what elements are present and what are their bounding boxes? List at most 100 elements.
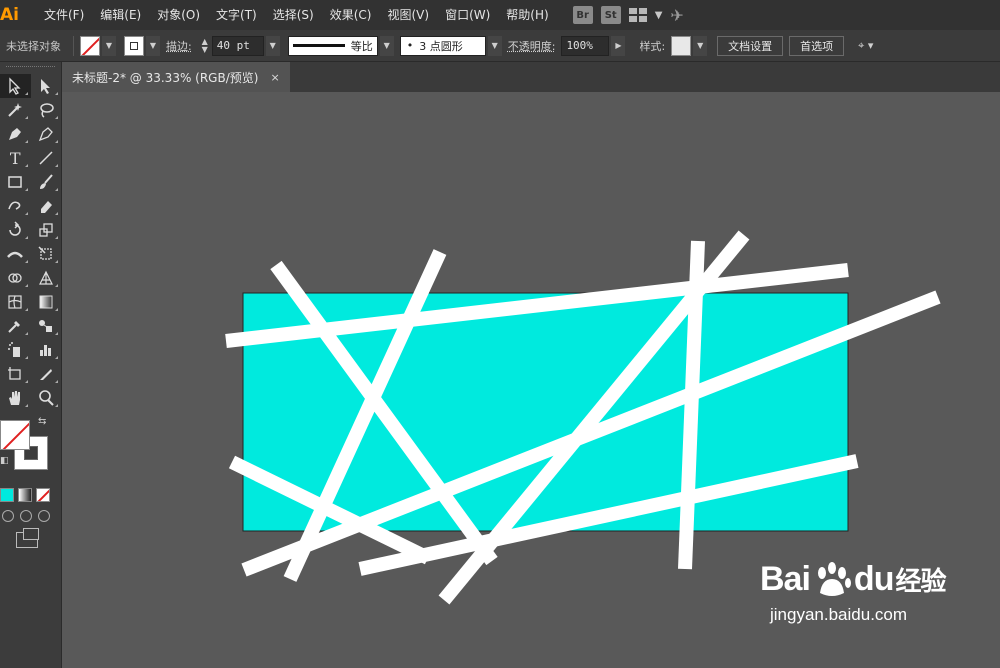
close-icon[interactable]: × (270, 71, 279, 84)
artboard-tool-icon[interactable] (0, 362, 31, 386)
rectangle-tool-icon[interactable] (0, 170, 31, 194)
swap-fill-stroke-icon[interactable]: ⇆ (38, 416, 46, 427)
zoom-tool-icon[interactable] (31, 386, 62, 410)
shaper-tool-icon[interactable] (0, 194, 31, 218)
fill-swatch[interactable] (80, 35, 100, 56)
color-mode-icon[interactable] (0, 488, 14, 502)
tools-panel: T ⇆ ◧ (0, 62, 62, 668)
chevron-down-icon[interactable]: ▼ (655, 10, 663, 21)
width-tool-icon[interactable] (0, 242, 31, 266)
blend-tool-icon[interactable] (31, 314, 62, 338)
fill-dropdown[interactable]: ▼ (102, 35, 116, 56)
app-logo: Ai (0, 5, 19, 25)
slice-tool-icon[interactable] (31, 362, 62, 386)
menu-type[interactable]: 文字(T) (208, 0, 265, 30)
mesh-tool-icon[interactable] (0, 290, 31, 314)
default-fill-stroke-icon[interactable]: ◧ (0, 456, 9, 466)
opacity-input[interactable]: 100% (561, 35, 610, 56)
stroke-dropdown[interactable]: ▼ (146, 35, 160, 56)
profile-dropdown[interactable]: ▼ (379, 35, 394, 56)
panel-options-icon[interactable]: ⌖ ▾ (852, 39, 879, 53)
document-tab-title: 未标题-2* @ 33.33% (RGB/预览) (72, 70, 259, 85)
scale-tool-icon[interactable] (31, 218, 62, 242)
stroke-weight-spinner[interactable]: ▲ ▼ (198, 36, 212, 56)
free-transform-tool-icon[interactable] (31, 242, 62, 266)
bridge-icon[interactable]: Br (572, 6, 593, 24)
screen-mode-icon[interactable] (16, 528, 39, 548)
eyedropper-tool-icon[interactable] (0, 314, 31, 338)
document-tab[interactable]: 未标题-2* @ 33.33% (RGB/预览) × (62, 62, 290, 92)
menu-select[interactable]: 选择(S) (265, 0, 322, 30)
main-menu: 文件(F) 编辑(E) 对象(O) 文字(T) 选择(S) 效果(C) 视图(V… (36, 0, 557, 30)
stock-icon[interactable]: St (600, 6, 621, 24)
draw-behind-icon[interactable] (20, 510, 32, 522)
menu-bar: Ai 文件(F) 编辑(E) 对象(O) 文字(T) 选择(S) 效果(C) 视… (0, 0, 1000, 30)
menu-edit[interactable]: 编辑(E) (92, 0, 149, 30)
opacity-label[interactable]: 不透明度: (502, 38, 562, 54)
profile-preview (292, 44, 345, 47)
watermark-logo: Bai du 经验 (760, 560, 990, 599)
style-dropdown[interactable]: ▼ (693, 35, 708, 56)
direct-selection-tool-icon[interactable] (31, 74, 62, 98)
perspective-grid-tool-icon[interactable] (31, 266, 62, 290)
type-tool-icon[interactable]: T (0, 146, 31, 170)
preferences-button[interactable]: 首选项 (789, 35, 845, 56)
draw-mode-row (0, 510, 61, 522)
lasso-tool-icon[interactable] (31, 98, 62, 122)
baidu-paw-icon (817, 561, 851, 596)
stroke-label[interactable]: 描边: (160, 38, 198, 54)
fill-color-box[interactable] (0, 420, 30, 450)
brush-label: 3 点圆形 (419, 39, 463, 53)
rotate-tool-icon[interactable] (0, 218, 31, 242)
menu-effect[interactable]: 效果(C) (322, 0, 380, 30)
brush-dot-icon: • (406, 39, 414, 52)
draw-inside-icon[interactable] (38, 510, 50, 522)
curvature-tool-icon[interactable] (31, 122, 62, 146)
paintbrush-tool-icon[interactable] (31, 170, 62, 194)
gradient-tool-icon[interactable] (31, 290, 62, 314)
brush-definition[interactable]: • 3 点圆形 (399, 35, 486, 56)
pen-tool-icon[interactable] (0, 122, 31, 146)
style-label: 样式: (639, 39, 666, 53)
baidu-jingyan-watermark: Bai du 经验 jingyan.baidu.com (760, 560, 990, 660)
menu-view[interactable]: 视图(V) (379, 0, 437, 30)
hand-tool-icon[interactable] (0, 386, 31, 410)
fill-stroke-controls: ⇆ ◧ (0, 416, 61, 486)
gpu-performance-icon[interactable]: ✈ (670, 6, 683, 25)
arrange-documents-icon[interactable] (628, 8, 647, 22)
watermark-url: jingyan.baidu.com (770, 605, 908, 624)
menu-help[interactable]: 帮助(H) (498, 0, 556, 30)
opacity-arrow[interactable]: ▶ (611, 35, 626, 56)
color-mode-row (0, 488, 61, 502)
watermark-brand-latin: Bai (760, 560, 811, 598)
illustrator-window: Ai 文件(F) 编辑(E) 对象(O) 文字(T) 选择(S) 效果(C) 视… (0, 0, 1000, 668)
menu-icons: Br St ▼ ✈ (572, 6, 684, 25)
panel-grip[interactable] (6, 66, 55, 74)
magic-wand-tool-icon[interactable] (0, 98, 31, 122)
document-tab-bar: 未标题-2* @ 33.33% (RGB/预览) × (62, 62, 1000, 92)
line-segment-tool-icon[interactable] (31, 146, 62, 170)
graphic-style-swatch[interactable] (671, 35, 692, 56)
divider (73, 35, 74, 56)
watermark-brand-cn: 经验 (895, 566, 946, 596)
eraser-tool-icon[interactable] (31, 194, 62, 218)
brush-dropdown[interactable]: ▼ (487, 35, 502, 56)
draw-normal-icon[interactable] (2, 510, 14, 522)
selection-tool-icon[interactable] (0, 74, 31, 98)
stroke-weight-dropdown[interactable]: ▼ (265, 35, 280, 56)
selection-status: 未选择对象 (6, 39, 61, 53)
menu-object[interactable]: 对象(O) (149, 0, 208, 30)
gradient-mode-icon[interactable] (18, 488, 32, 502)
shape-builder-tool-icon[interactable] (0, 266, 31, 290)
document-setup-button[interactable]: 文档设置 (717, 35, 784, 56)
profile-label: 等比 (350, 39, 373, 53)
menu-window[interactable]: 窗口(W) (437, 0, 498, 30)
column-graph-tool-icon[interactable] (31, 338, 62, 362)
stroke-weight-input[interactable]: 40 pt (211, 35, 264, 56)
menu-file[interactable]: 文件(F) (36, 0, 92, 30)
stroke-swatch[interactable] (124, 35, 144, 56)
variable-width-profile[interactable]: 等比 (287, 35, 378, 56)
watermark-brand-latin-2: du (853, 560, 895, 598)
none-mode-icon[interactable] (36, 488, 50, 502)
symbol-sprayer-tool-icon[interactable] (0, 338, 31, 362)
